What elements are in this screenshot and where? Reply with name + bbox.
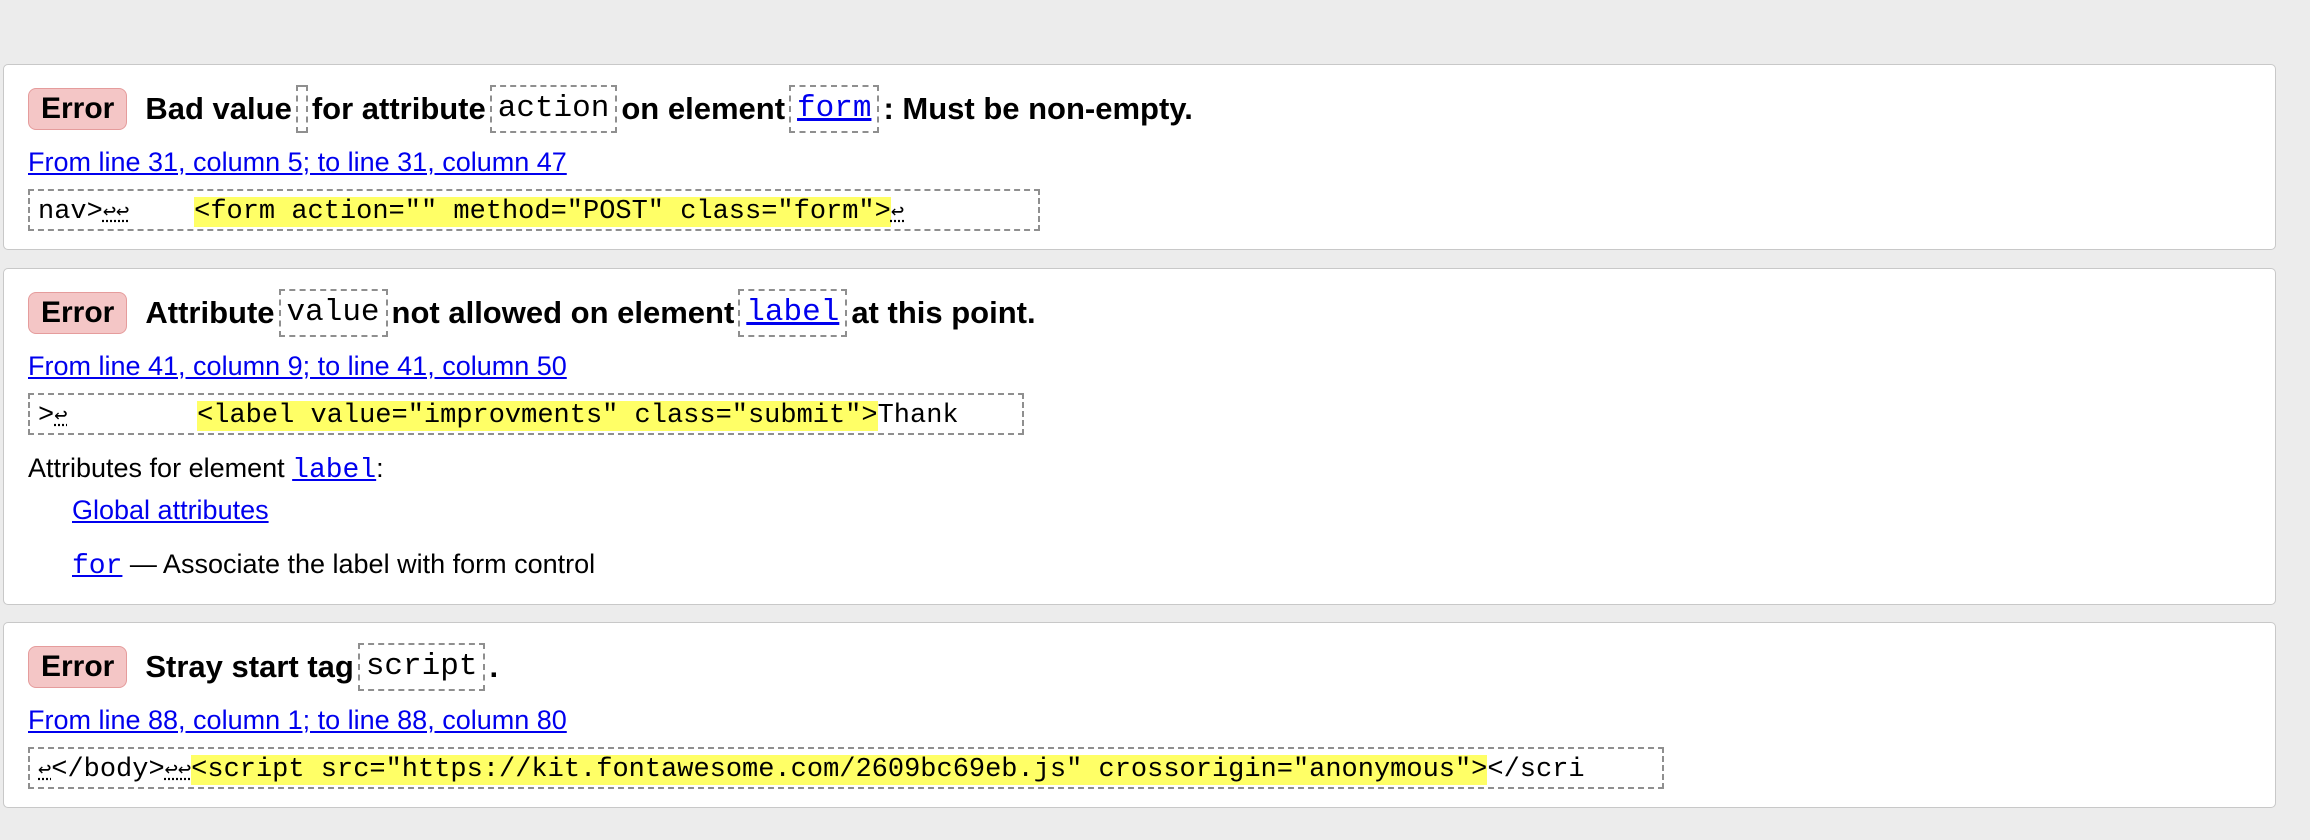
return-marks: ↩↩ — [164, 758, 192, 783]
element-link[interactable]: form — [797, 91, 871, 126]
message-text: Bad value — [145, 91, 292, 126]
label-element-link[interactable]: label — [292, 455, 376, 486]
error-badge: Error — [28, 646, 128, 688]
extract-highlight: <script src="https://kit.fontawesome.com… — [191, 755, 1488, 785]
for-attribute-item: for — Associate the label with form cont… — [72, 549, 595, 582]
code-extract: >↩ <label value="improvments" class="sub… — [28, 393, 1024, 435]
code-extract: ↩</body>↩↩<script src="https://kit.fonta… — [28, 747, 1664, 789]
location-link[interactable]: From line 31, column 5; to line 31, colu… — [28, 147, 567, 177]
location-link[interactable]: From line 41, column 9; to line 41, colu… — [28, 351, 567, 381]
extract-text: Thank — [877, 401, 959, 431]
message-text: Attribute — [145, 295, 275, 330]
error-headline: Error Stray start tag script. — [28, 643, 498, 691]
tag-code: script — [357, 643, 486, 691]
error-message-1: Error Bad value for attribute action on … — [3, 64, 2276, 250]
attributes-heading-text: Attributes for element — [28, 453, 285, 483]
message-text: . — [489, 649, 499, 684]
element-code: label — [738, 289, 848, 337]
extract-whitespace — [67, 401, 197, 431]
error-headline: Error Bad value for attribute action on … — [28, 85, 1193, 133]
empty-value-code — [295, 85, 308, 133]
attributes-heading-colon: : — [376, 453, 384, 483]
global-attributes-link[interactable]: Global attributes — [72, 495, 269, 525]
attributes-heading: Attributes for element label: — [28, 453, 384, 486]
message-text: : Must be non-empty. — [883, 91, 1193, 126]
return-mark: ↩ — [54, 404, 68, 429]
return-mark: ↩ — [890, 200, 905, 225]
error-message-2: Error Attribute value not allowed on ele… — [3, 268, 2276, 605]
element-code: form — [789, 85, 880, 133]
code-extract: nav>↩↩ <form action="" method="POST" cla… — [28, 189, 1040, 231]
element-link[interactable]: label — [746, 295, 839, 330]
extract-whitespace — [129, 197, 194, 227]
error-headline: Error Attribute value not allowed on ele… — [28, 289, 1036, 337]
message-text: for attribute — [311, 91, 486, 126]
message-text: not allowed on element — [391, 295, 735, 330]
return-mark: ↩ — [38, 758, 52, 783]
error-badge: Error — [28, 88, 128, 130]
extract-text: nav> — [38, 197, 103, 227]
location-link[interactable]: From line 88, column 1; to line 88, colu… — [28, 705, 567, 735]
attribute-code: value — [278, 289, 388, 337]
extract-highlight: <label value="improvments" class="submit… — [197, 401, 878, 431]
message-text: on element — [621, 91, 786, 126]
message-text: at this point. — [851, 295, 1036, 330]
extract-highlight: <form action="" method="POST" class="for… — [194, 197, 891, 227]
message-text: Stray start tag — [145, 649, 354, 684]
extract-text: </scri — [1487, 755, 1585, 785]
return-marks: ↩↩ — [102, 200, 130, 225]
error-badge: Error — [28, 292, 128, 334]
for-attribute-link[interactable]: for — [72, 551, 122, 582]
extract-text: </body> — [51, 755, 165, 785]
for-attribute-description: — Associate the label with form control — [122, 549, 596, 579]
attribute-code: action — [489, 85, 618, 133]
extract-text: > — [38, 401, 55, 431]
error-message-3: Error Stray start tag script. From line … — [3, 622, 2276, 808]
